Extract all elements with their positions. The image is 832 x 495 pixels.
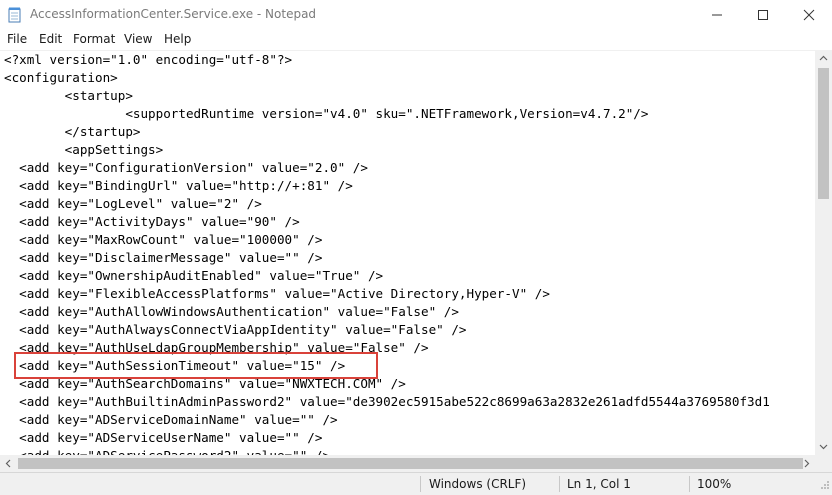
text-line: <add key="DisclaimerMessage" value="" />: [4, 250, 323, 265]
title-bar[interactable]: AccessInformationCenter.Service.exe - No…: [0, 0, 832, 30]
menu-format[interactable]: Format: [73, 32, 115, 46]
text-line: <add key="ConfigurationVersion" value="2…: [4, 160, 368, 175]
chevron-down-icon: [819, 444, 828, 450]
maximize-icon: [758, 10, 768, 20]
text-line: <add key="AuthBuiltinAdminPassword2" val…: [4, 394, 770, 409]
menu-help[interactable]: Help: [164, 32, 191, 46]
text-line: <add key="FlexibleAccessPlatforms" value…: [4, 286, 550, 301]
vertical-scroll-thumb[interactable]: [818, 68, 829, 199]
scroll-right-button[interactable]: [798, 455, 815, 472]
status-divider: [689, 476, 690, 492]
menu-bar: File Edit Format View Help: [0, 30, 832, 50]
resize-grip-icon[interactable]: [818, 480, 830, 492]
text-line: <add key="AuthAlwaysConnectViaAppIdentit…: [4, 322, 467, 337]
text-line: <supportedRuntime version="v4.0" sku=".N…: [4, 106, 649, 121]
text-line: <add key="ADServiceUserName" value="" />: [4, 430, 323, 445]
text-line: </startup>: [4, 124, 141, 139]
chevron-left-icon: [5, 459, 11, 468]
text-line: <add key="BindingUrl" value="http://+:81…: [4, 178, 353, 193]
close-button[interactable]: [786, 0, 832, 30]
status-bar: Windows (CRLF) Ln 1, Col 1 100%: [0, 472, 832, 495]
status-line-ending: Windows (CRLF): [429, 477, 527, 491]
chevron-right-icon: [804, 459, 810, 468]
text-line: <startup>: [4, 88, 133, 103]
status-divider: [420, 476, 421, 492]
text-line: <?xml version="1.0" encoding="utf-8"?>: [4, 52, 293, 67]
window-title: AccessInformationCenter.Service.exe - No…: [30, 7, 317, 21]
text-line: <add key="AuthAllowWindowsAuthentication…: [4, 304, 459, 319]
text-line: <add key="OwnershipAuditEnabled" value="…: [4, 268, 384, 283]
text-line: <add key="ActivityDays" value="90" />: [4, 214, 300, 229]
status-zoom: 100%: [697, 477, 732, 491]
text-line: <add key="LogLevel" value="2" />: [4, 196, 262, 211]
menu-file[interactable]: File: [7, 32, 27, 46]
scroll-up-button[interactable]: [815, 50, 832, 67]
chevron-up-icon: [819, 55, 828, 61]
text-line: <appSettings>: [4, 142, 164, 157]
highlight-annotation-box: [14, 352, 378, 379]
scroll-left-button[interactable]: [0, 455, 17, 472]
minimize-icon: [712, 14, 722, 16]
horizontal-scroll-thumb[interactable]: [18, 458, 803, 469]
notepad-icon: [8, 7, 22, 23]
status-cursor-position: Ln 1, Col 1: [567, 477, 631, 491]
menu-edit[interactable]: Edit: [39, 32, 62, 46]
maximize-button[interactable]: [740, 0, 786, 30]
menu-view[interactable]: View: [124, 32, 152, 46]
scroll-down-button[interactable]: [815, 438, 832, 455]
close-icon: [803, 9, 815, 21]
text-editor[interactable]: <?xml version="1.0" encoding="utf-8"?> <…: [0, 50, 815, 456]
status-divider: [559, 476, 560, 492]
text-line: <add key="MaxRowCount" value="100000" />: [4, 232, 323, 247]
text-line: <configuration>: [4, 70, 118, 85]
minimize-button[interactable]: [694, 0, 740, 30]
scrollbar-corner: [815, 455, 832, 472]
text-line: <add key="ADServiceDomainName" value="" …: [4, 412, 338, 427]
